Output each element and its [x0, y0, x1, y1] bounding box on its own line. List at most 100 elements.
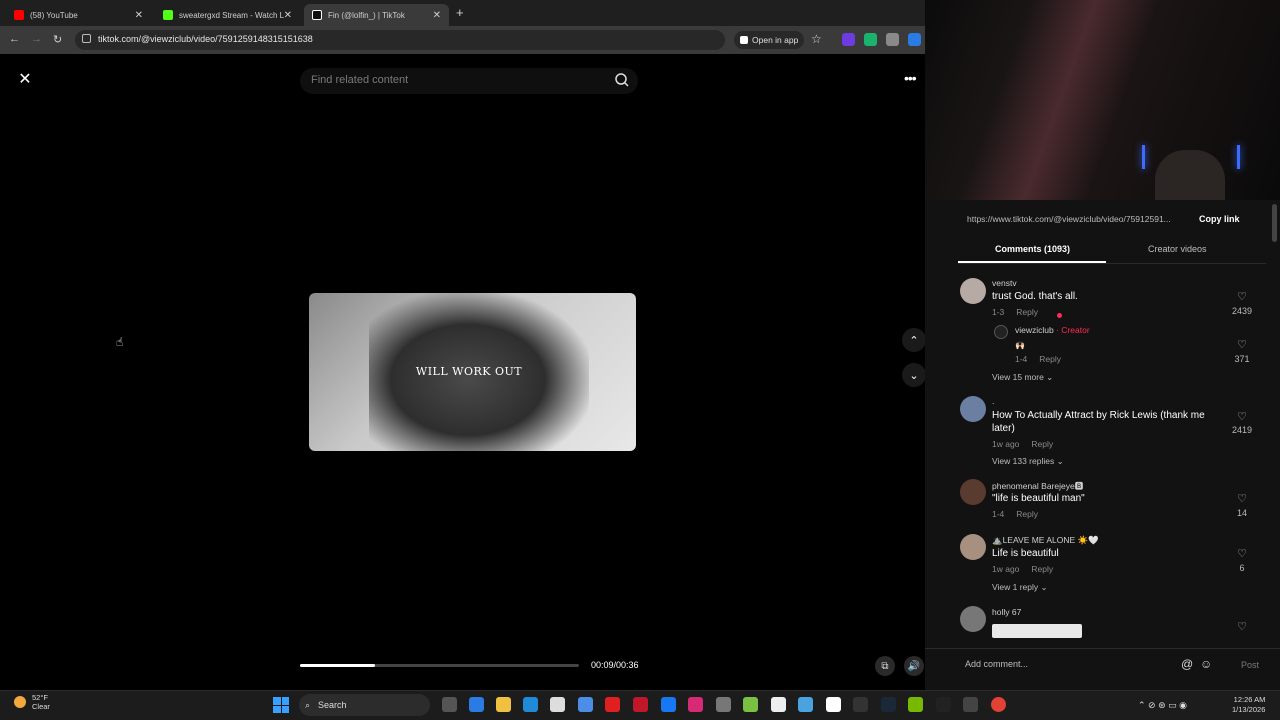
bookmark-star-icon[interactable]: ☆ [811, 32, 822, 46]
steam-icon[interactable] [881, 697, 896, 712]
like-heart-icon[interactable]: ♡ [1227, 410, 1257, 423]
extension-icon[interactable] [908, 33, 921, 46]
post-button[interactable]: Post [1241, 660, 1259, 670]
add-comment-input[interactable]: Add comment... [965, 659, 1028, 669]
floating-player-icon[interactable]: ⧉ [875, 656, 895, 676]
task-view-icon[interactable] [442, 697, 457, 712]
like-heart-icon[interactable]: ♡ [1227, 338, 1257, 351]
more-options-icon[interactable]: ••• [904, 70, 926, 88]
instagram-icon[interactable] [688, 697, 703, 712]
app-icon[interactable] [716, 697, 731, 712]
add-comment-bar [925, 648, 1280, 690]
tab-creator-videos[interactable]: Creator videos [1148, 244, 1207, 254]
avatar[interactable] [960, 479, 986, 505]
extension-icon[interactable] [864, 33, 877, 46]
weather-icon[interactable] [14, 696, 26, 708]
comment-username[interactable]: ⛰️LEAVE ME ALONE ☀️🤍 [992, 535, 1099, 546]
like-count: 2419 [1231, 425, 1253, 435]
roblox-icon[interactable] [826, 697, 841, 712]
taskbar-search[interactable]: Search [299, 694, 430, 716]
like-heart-icon[interactable]: ♡ [1227, 492, 1257, 505]
reply-button[interactable]: Reply [1031, 439, 1053, 449]
clock[interactable]: 12:26 AM 1/13/2026 [1232, 695, 1265, 715]
close-video-button[interactable]: ✕ [14, 68, 36, 90]
edge-icon[interactable] [523, 697, 538, 712]
comment-username[interactable]: holly 67 [992, 607, 1021, 617]
store-icon[interactable] [550, 697, 565, 712]
weather-condition: Clear [32, 702, 50, 711]
tab-tiktok[interactable]: Fin (@lolfin_) | TikTok ✕ [304, 4, 449, 26]
app-icon[interactable] [853, 697, 868, 712]
like-heart-icon[interactable]: ♡ [1227, 290, 1257, 303]
netflix-icon[interactable] [633, 697, 648, 712]
reply-button[interactable]: Reply [1016, 307, 1038, 317]
volume-icon[interactable]: 🔊 [904, 656, 924, 676]
app-icon[interactable] [743, 697, 758, 712]
extension-icon[interactable] [886, 33, 899, 46]
avatar[interactable] [960, 278, 986, 304]
tab-youtube[interactable]: (58) YouTube ✕ [6, 4, 151, 26]
app-icon[interactable] [963, 697, 978, 712]
copilot-icon[interactable] [469, 697, 484, 712]
app-icon[interactable] [798, 697, 813, 712]
amazon-icon[interactable] [771, 697, 786, 712]
comment-username[interactable]: venstv [992, 278, 1017, 288]
comment-sticker-image[interactable] [992, 624, 1082, 638]
tab-kick[interactable]: sweatergxd Stream - Watch Live... ✕ [155, 4, 300, 26]
comment-username[interactable]: phenomenal Barejeye🅱 [992, 480, 1083, 492]
reload-button[interactable]: ↻ [53, 33, 62, 46]
avatar[interactable] [960, 606, 986, 632]
liked-dot [1057, 313, 1062, 318]
reply-button[interactable]: Reply [1031, 564, 1053, 574]
search-icon[interactable] [614, 72, 630, 88]
video-frame[interactable]: WILL WORK OUT [309, 293, 636, 451]
previous-video-button[interactable]: ⌃ [902, 328, 926, 352]
reply-button[interactable]: Reply [1016, 509, 1038, 519]
related-search-input[interactable]: Find related content [300, 68, 638, 94]
chrome-icon[interactable] [991, 697, 1006, 712]
reply-username[interactable]: viewziclub · Creator [1015, 325, 1090, 335]
extension-icon[interactable] [842, 33, 855, 46]
copy-link-button[interactable]: Copy link [1199, 214, 1240, 224]
file-explorer-icon[interactable] [496, 697, 511, 712]
next-video-button[interactable]: ⌄ [902, 363, 926, 387]
like-heart-icon[interactable]: ♡ [1227, 547, 1257, 560]
scrollbar-thumb[interactable] [1272, 204, 1277, 242]
close-icon[interactable]: ✕ [284, 10, 292, 21]
view-more-replies[interactable]: View 15 more ⌄ [992, 372, 1053, 383]
avatar[interactable] [960, 396, 986, 422]
reply-button[interactable]: Reply [1039, 354, 1061, 364]
epic-games-icon[interactable] [936, 697, 951, 712]
open-in-app-label: Open in app [752, 35, 799, 45]
windows-start-icon[interactable] [273, 697, 289, 713]
avatar[interactable] [994, 325, 1008, 339]
comment-username[interactable]: . [992, 396, 994, 406]
creator-badge: · Creator [1053, 325, 1090, 335]
kick-icon [163, 10, 173, 20]
youtube-icon[interactable] [605, 697, 620, 712]
like-count: 371 [1234, 354, 1250, 364]
emoji-icon[interactable]: ☺ [1200, 657, 1214, 671]
new-tab-button[interactable]: + [456, 5, 464, 20]
avatar[interactable] [960, 534, 986, 560]
reply-user[interactable]: viewziclub [1015, 325, 1054, 335]
view-more-replies[interactable]: View 1 reply ⌄ [992, 582, 1048, 593]
mention-icon[interactable]: @ [1181, 657, 1195, 671]
mail-icon[interactable] [578, 697, 593, 712]
open-in-app-button[interactable]: Open in app [734, 31, 805, 49]
facebook-icon[interactable] [661, 697, 676, 712]
close-icon[interactable]: ✕ [433, 10, 441, 21]
nvidia-icon[interactable] [908, 697, 923, 712]
tab-comments[interactable]: Comments (1093) [995, 244, 1070, 254]
progress-bar[interactable] [300, 664, 579, 667]
url-text[interactable]: tiktok.com/@viewziclub/video/75912591483… [98, 34, 313, 44]
back-button[interactable]: ← [9, 33, 20, 45]
scrollbar[interactable] [1272, 200, 1278, 640]
system-tray[interactable]: ⌃ ⊘ ⊛ ▭ ◉ [1138, 700, 1187, 711]
view-more-replies[interactable]: View 133 replies ⌄ [992, 456, 1064, 467]
forward-button[interactable]: → [31, 33, 42, 45]
close-icon[interactable]: ✕ [135, 10, 143, 21]
like-heart-icon[interactable]: ♡ [1227, 620, 1257, 633]
weather-widget[interactable]: 52°F Clear [32, 693, 50, 711]
site-info-icon[interactable] [82, 34, 91, 43]
